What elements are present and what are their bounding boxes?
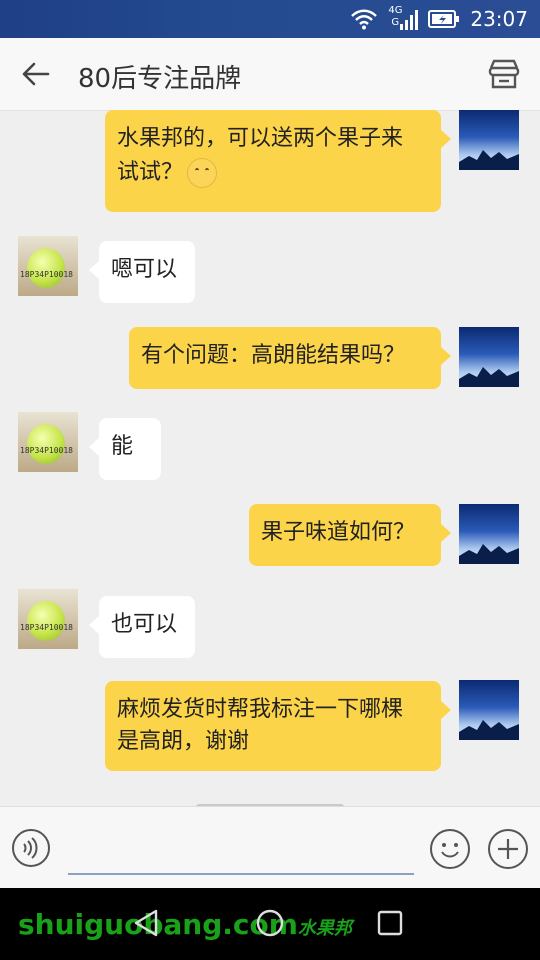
message-input[interactable] (68, 873, 414, 875)
voice-icon[interactable] (12, 829, 50, 867)
message-bubble-sent[interactable]: 果子味道如何？ (249, 504, 451, 566)
message-bubble-received[interactable]: 嗯可以 (89, 241, 195, 303)
battery-icon (428, 10, 460, 28)
message-bubble-received[interactable]: 能 (89, 418, 161, 480)
message-text-line: 麻烦发货时帮我标注一下哪棵 (117, 697, 404, 722)
input-bar (0, 806, 540, 889)
my-avatar[interactable] (459, 680, 519, 740)
message-text-line: 嗯可以 (111, 257, 178, 282)
network-subtype-label: G (391, 17, 400, 28)
recents-square-icon[interactable] (376, 909, 404, 937)
watermark-text: shuiguobang (18, 908, 223, 941)
home-circle-icon[interactable] (255, 908, 285, 938)
watermark: shuiguobang.com水果邦 (18, 908, 352, 941)
message-text-line: 果子味道如何？ (261, 520, 416, 545)
apple-photo (27, 248, 65, 288)
status-time: 23:07 (470, 7, 528, 31)
my-avatar[interactable] (459, 504, 519, 564)
contact-avatar[interactable]: 18P34P10018 (18, 589, 78, 649)
app-bar: 80后专注品牌 (0, 38, 540, 111)
store-icon[interactable] (486, 56, 522, 92)
avatar-label: 18P34P10018 (20, 623, 73, 632)
message-bubble-sent[interactable]: 水果邦的，可以送两个果子来 试试？ (105, 110, 451, 212)
chat-area[interactable]: 水果邦的，可以送两个果子来 试试？ 18P34P10018 嗯可以 有个问题：高… (0, 110, 540, 806)
apple-photo (27, 601, 65, 641)
apple-photo (27, 424, 65, 464)
message-bubble-sent[interactable]: 麻烦发货时帮我标注一下哪棵 是高朗，谢谢 (105, 681, 451, 771)
plus-icon[interactable] (488, 829, 528, 869)
cellular-signal-icon: 4G G (388, 6, 419, 32)
system-nav-bar: shuiguobang.com水果邦 (0, 888, 540, 960)
my-avatar[interactable] (459, 110, 519, 170)
back-arrow-icon[interactable] (20, 58, 52, 90)
message-text-line: 能 (111, 434, 134, 459)
back-triangle-icon[interactable] (132, 908, 162, 938)
contact-avatar[interactable]: 18P34P10018 (18, 236, 78, 296)
message-text-line: 水果邦的，可以送两个果子来 (117, 126, 404, 151)
wifi-icon (351, 9, 378, 30)
contact-avatar[interactable]: 18P34P10018 (18, 412, 78, 472)
message-bubble-received[interactable]: 也可以 (89, 596, 195, 658)
message-text-line: 是高朗，谢谢 (117, 729, 250, 754)
chat-title: 80后专注品牌 (78, 64, 242, 94)
embarrassed-face-emoji (187, 158, 218, 188)
avatar-label: 18P34P10018 (20, 270, 73, 279)
message-bubble-sent[interactable]: 有个问题：高朗能结果吗？ (129, 327, 451, 389)
message-text-line: 有个问题：高朗能结果吗？ (141, 343, 406, 368)
status-icons: 4G G 23:07 (350, 0, 528, 38)
emoji-icon[interactable] (430, 829, 470, 869)
my-avatar[interactable] (459, 327, 519, 387)
status-bar: 4G G 23:07 (0, 0, 540, 38)
message-text-line: 试试？ (117, 156, 429, 190)
avatar-label: 18P34P10018 (20, 446, 73, 455)
message-text-line: 也可以 (111, 612, 178, 637)
watermark-cn: 水果邦 (297, 918, 352, 939)
